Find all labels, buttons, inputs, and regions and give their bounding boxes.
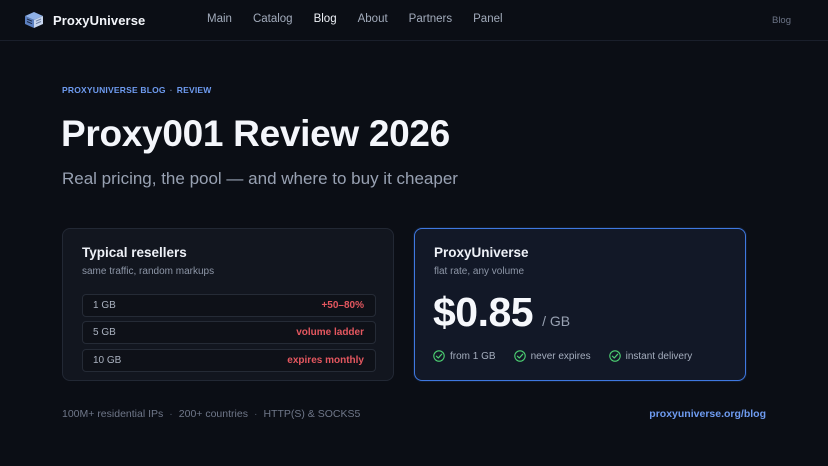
price: $0.85 / GB — [433, 289, 570, 336]
proxyuniverse-card: ProxyUniverse flat rate, any volume $0.8… — [414, 228, 746, 381]
resellers-card-subtitle: same traffic, random markups — [82, 266, 215, 277]
reseller-row-note: volume ladder — [296, 327, 364, 338]
nav-link-blog[interactable]: Blog — [314, 13, 337, 25]
reseller-row: 5 GB volume ladder — [82, 321, 376, 344]
stat-countries: 200+ countries — [178, 408, 248, 420]
brand-name: ProxyUniverse — [53, 12, 146, 28]
feature-item: never expires — [513, 350, 591, 362]
nav-link-catalog[interactable]: Catalog — [253, 13, 293, 25]
feature-label: never expires — [530, 350, 591, 362]
price-value: $0.85 — [433, 289, 534, 335]
stats-line: 100M+ residential IPs · 200+ countries · HTT… — [62, 408, 360, 420]
stat-residential-ips: 100M+ residential IPs — [62, 408, 164, 420]
reseller-row-amount: 1 GB — [93, 300, 116, 311]
stats-separator: · — [169, 408, 173, 420]
feature-label: instant delivery — [625, 350, 693, 362]
nav-link-about[interactable]: About — [358, 13, 388, 25]
reseller-row-amount: 10 GB — [93, 355, 122, 366]
resellers-card-title: Typical resellers — [82, 245, 187, 260]
nav-right-blog-link[interactable]: Blog — [772, 15, 791, 26]
nav-link-main[interactable]: Main — [207, 13, 232, 25]
feature-item: instant delivery — [608, 350, 693, 362]
resellers-card: Typical resellers same traffic, random m… — [62, 228, 394, 381]
reseller-row-note: +50–80% — [321, 300, 364, 311]
feature-list: from 1 GB never expires instant delivery — [433, 350, 710, 362]
reseller-row: 1 GB +50–80% — [82, 294, 376, 317]
breadcrumb-section[interactable]: REVIEW — [177, 85, 212, 95]
stats-separator: · — [253, 408, 258, 420]
brand[interactable]: ProxyUniverse — [24, 11, 145, 29]
top-nav: ProxyUniverse Main Catalog Blog About Pa… — [0, 0, 828, 41]
breadcrumb: PROXYUNIVERSE BLOG · REVIEW — [62, 85, 212, 95]
breadcrumb-separator: · — [169, 85, 173, 95]
page-title: Proxy001 Review 2026 — [61, 113, 450, 154]
nav-links: Main Catalog Blog About Partners Panel — [207, 13, 524, 25]
feature-item: from 1 GB — [433, 350, 496, 362]
price-unit: / GB — [542, 313, 571, 329]
check-circle-icon — [608, 350, 621, 362]
check-circle-icon — [513, 350, 526, 362]
breadcrumb-site[interactable]: PROXYUNIVERSE BLOG — [62, 85, 166, 95]
reseller-row-note: expires monthly — [287, 355, 364, 366]
proxyuniverse-card-title: ProxyUniverse — [434, 245, 529, 260]
nav-link-panel[interactable]: Panel — [473, 13, 502, 25]
stat-protocols: HTTP(S) & SOCKS5 — [263, 408, 361, 420]
blog-url-link[interactable]: proxyuniverse.org/blog — [649, 408, 766, 420]
check-circle-icon — [433, 350, 445, 362]
feature-label: from 1 GB — [450, 350, 496, 362]
reseller-row-amount: 5 GB — [93, 327, 116, 338]
proxyuniverse-card-subtitle: flat rate, any volume — [434, 266, 525, 277]
nav-link-partners[interactable]: Partners — [409, 13, 452, 25]
proxy-logo-icon — [25, 12, 43, 28]
reseller-row: 10 GB expires monthly — [82, 349, 376, 372]
page-subtitle: Real pricing, the pool — and where to bu… — [62, 169, 458, 188]
